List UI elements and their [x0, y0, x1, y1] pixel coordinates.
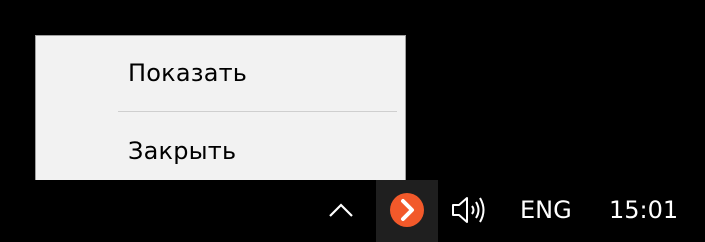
menu-item-close-label: Закрыть: [128, 137, 237, 165]
taskbar: ENG 15:01: [0, 180, 705, 242]
menu-item-show-label: Показать: [128, 59, 248, 87]
language-indicator[interactable]: ENG: [520, 194, 572, 226]
menu-item-close[interactable]: Закрыть: [36, 116, 405, 186]
tray-context-menu: Показать Закрыть: [35, 35, 406, 185]
menu-separator: [118, 111, 397, 112]
clock[interactable]: 15:01: [609, 194, 678, 226]
orange-arrow-app-icon[interactable]: [389, 192, 425, 228]
desktop-screen: Показать Закрыть ENG 15:01: [0, 0, 705, 242]
chevron-up-icon[interactable]: [326, 198, 356, 222]
menu-item-show[interactable]: Показать: [36, 38, 405, 108]
speaker-icon[interactable]: [450, 194, 490, 226]
